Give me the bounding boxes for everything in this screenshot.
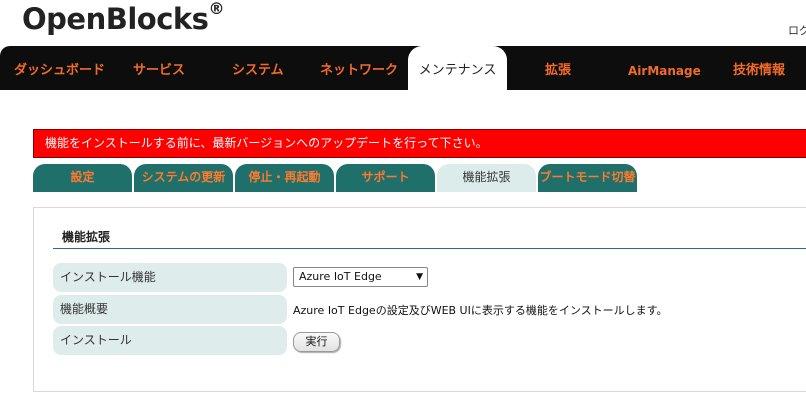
install-feature-select[interactable]: Azure IoT Edge ▼ — [293, 267, 428, 287]
feature-extension-panel: 機能拡張 インストール機能 Azure IoT Edge ▼ 機能概要 Azur… — [33, 207, 806, 392]
nav-item-airmanage[interactable]: AirManage — [628, 46, 701, 90]
nav-item-system[interactable]: システム — [232, 46, 284, 90]
tab-system-update[interactable]: システムの更新 — [134, 164, 233, 192]
tab-boot-mode[interactable]: ブートモード切替 — [538, 164, 637, 192]
nav-item-network[interactable]: ネットワーク — [320, 46, 398, 90]
nav-item-services[interactable]: サービス — [133, 46, 185, 90]
registered-mark: ® — [208, 0, 224, 19]
tab-shutdown-reboot[interactable]: 停止・再起動 — [235, 164, 334, 192]
tab-feature-extension[interactable]: 機能拡張 — [437, 164, 536, 192]
logo-text: OpenBlocks — [22, 2, 209, 36]
install-label: インストール — [53, 326, 287, 355]
openblocks-logo: OpenBlocks® — [22, 0, 224, 36]
execute-install-button[interactable]: 実行 — [293, 332, 340, 352]
nav-item-extension[interactable]: 拡張 — [545, 46, 571, 90]
dropdown-arrow-icon: ▼ — [416, 272, 423, 282]
tab-settings[interactable]: 設定 — [33, 164, 132, 192]
panel-title: 機能拡張 — [62, 230, 111, 244]
install-feature-label: インストール機能 — [53, 263, 287, 292]
nav-item-maintenance[interactable]: メンテナンス — [408, 46, 507, 92]
maintenance-tabs: 設定 システムの更新 停止・再起動 サポート 機能拡張 ブートモード切替 — [33, 164, 806, 192]
selected-feature: Azure IoT Edge — [299, 270, 382, 283]
title-divider — [53, 248, 806, 249]
overview-label: 機能概要 — [53, 295, 287, 324]
login-link[interactable]: ログ — [788, 22, 806, 38]
nav-item-dashboard[interactable]: ダッシュボード — [14, 46, 105, 90]
update-warning-banner: 機能をインストールする前に、最新バージョンへのアップデートを行って下さい。 — [33, 129, 806, 158]
nav-item-tech-info[interactable]: 技術情報 — [733, 46, 785, 90]
main-navbar: ダッシュボード サービス システム ネットワーク メンテナンス 拡張 AirMa… — [0, 46, 806, 92]
tab-support[interactable]: サポート — [336, 164, 435, 192]
overview-value: Azure IoT Edgeの設定及びWEB UIに表示する機能をインストールし… — [293, 304, 668, 317]
